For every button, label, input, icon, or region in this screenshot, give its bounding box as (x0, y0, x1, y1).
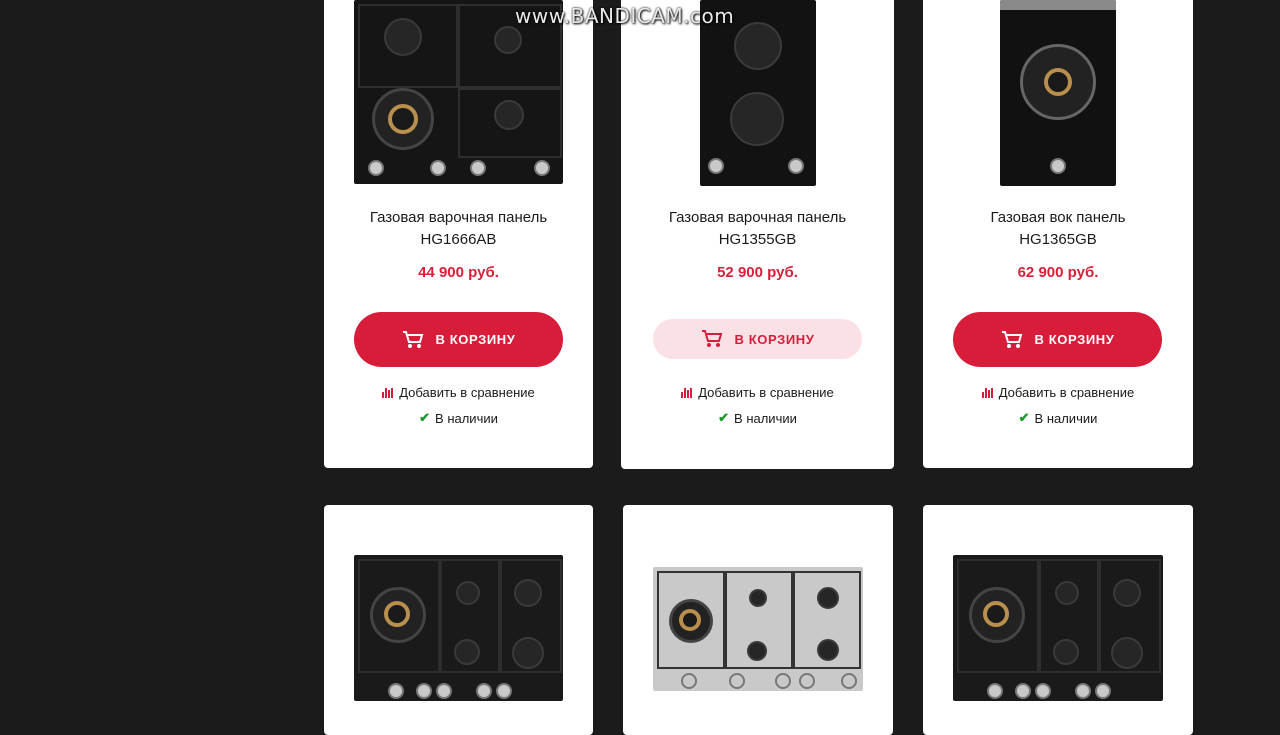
product-image[interactable] (953, 555, 1163, 701)
burner (494, 100, 524, 130)
knob (1095, 683, 1111, 699)
product-price: 62 900 руб. (1017, 264, 1099, 281)
burner (514, 579, 542, 607)
wok-ring (388, 104, 418, 134)
cart-icon (701, 330, 722, 347)
knob (1050, 158, 1066, 174)
product-card[interactable]: Газовая варочная панель HG1666AB 44 900 р… (324, 0, 593, 468)
wok-ring (983, 601, 1009, 627)
knob (496, 683, 512, 699)
product-card[interactable] (923, 505, 1193, 735)
knob (799, 673, 815, 689)
knob (1075, 683, 1091, 699)
burner (730, 92, 784, 146)
product-card[interactable] (324, 505, 593, 735)
knob (729, 673, 745, 689)
compare-bars-icon (382, 387, 394, 398)
burner (749, 589, 767, 607)
product-title[interactable]: Газовая варочная панель HG1355GB (621, 207, 894, 251)
wok-ring (679, 609, 701, 631)
product-card[interactable] (623, 505, 893, 735)
product-price: 44 900 руб. (418, 264, 499, 281)
wok-ring (1044, 68, 1072, 96)
stock-status: ✔ В наличии (718, 410, 797, 426)
knob (1015, 683, 1031, 699)
knob (1035, 683, 1051, 699)
knob (708, 158, 724, 174)
checkmark-icon: ✔ (419, 410, 431, 425)
product-title[interactable]: Газовая варочная панель HG1666AB (324, 207, 593, 251)
burner (512, 637, 544, 669)
product-card[interactable]: Газовая варочная панель HG1355GB 52 900 р… (621, 0, 894, 469)
recording-watermark: www.BANDICAM.com (515, 4, 735, 28)
product-price: 52 900 руб. (717, 264, 798, 281)
knob (436, 683, 452, 699)
product-image[interactable] (354, 555, 563, 701)
add-to-compare-link[interactable]: Добавить в сравнение (923, 385, 1193, 400)
burner (1111, 637, 1143, 669)
add-to-compare-link[interactable]: Добавить в сравнение (621, 385, 894, 400)
burner (747, 641, 767, 661)
add-to-cart-button[interactable]: В КОРЗИНУ (953, 312, 1162, 367)
metal-trim (1000, 0, 1116, 10)
knob (788, 158, 804, 174)
burner (494, 26, 522, 54)
add-to-cart-button[interactable]: В КОРЗИНУ (653, 319, 862, 359)
burner (734, 22, 782, 70)
burner (817, 639, 839, 661)
burner (456, 581, 480, 605)
add-to-compare-link[interactable]: Добавить в сравнение (324, 385, 593, 400)
burner (1113, 579, 1141, 607)
knob (987, 683, 1003, 699)
burner (1055, 581, 1079, 605)
product-image[interactable] (653, 567, 863, 691)
burner (384, 18, 422, 56)
knob (470, 160, 486, 176)
burner (1053, 639, 1079, 665)
wok-ring (384, 601, 410, 627)
checkmark-icon: ✔ (1018, 410, 1030, 425)
product-image[interactable] (1000, 0, 1116, 186)
knob (476, 683, 492, 699)
cart-icon (1001, 330, 1022, 348)
knob (775, 673, 791, 689)
knob (416, 683, 432, 699)
product-card[interactable]: Газовая вок панель HG1365GB 62 900 руб. В… (923, 0, 1193, 468)
knob (388, 683, 404, 699)
cart-icon (402, 330, 423, 348)
knob (841, 673, 857, 689)
stock-status: ✔ В наличии (1018, 410, 1098, 426)
add-to-cart-button[interactable]: В КОРЗИНУ (354, 312, 563, 367)
compare-bars-icon (981, 387, 993, 398)
knob (368, 160, 384, 176)
compare-bars-icon (681, 387, 693, 398)
checkmark-icon: ✔ (718, 410, 730, 425)
stock-status: ✔ В наличии (419, 410, 498, 426)
burner (817, 587, 839, 609)
knob (681, 673, 697, 689)
knob (430, 160, 446, 176)
knob (534, 160, 550, 176)
burner (454, 639, 480, 665)
product-title[interactable]: Газовая вок панель HG1365GB (923, 207, 1193, 251)
